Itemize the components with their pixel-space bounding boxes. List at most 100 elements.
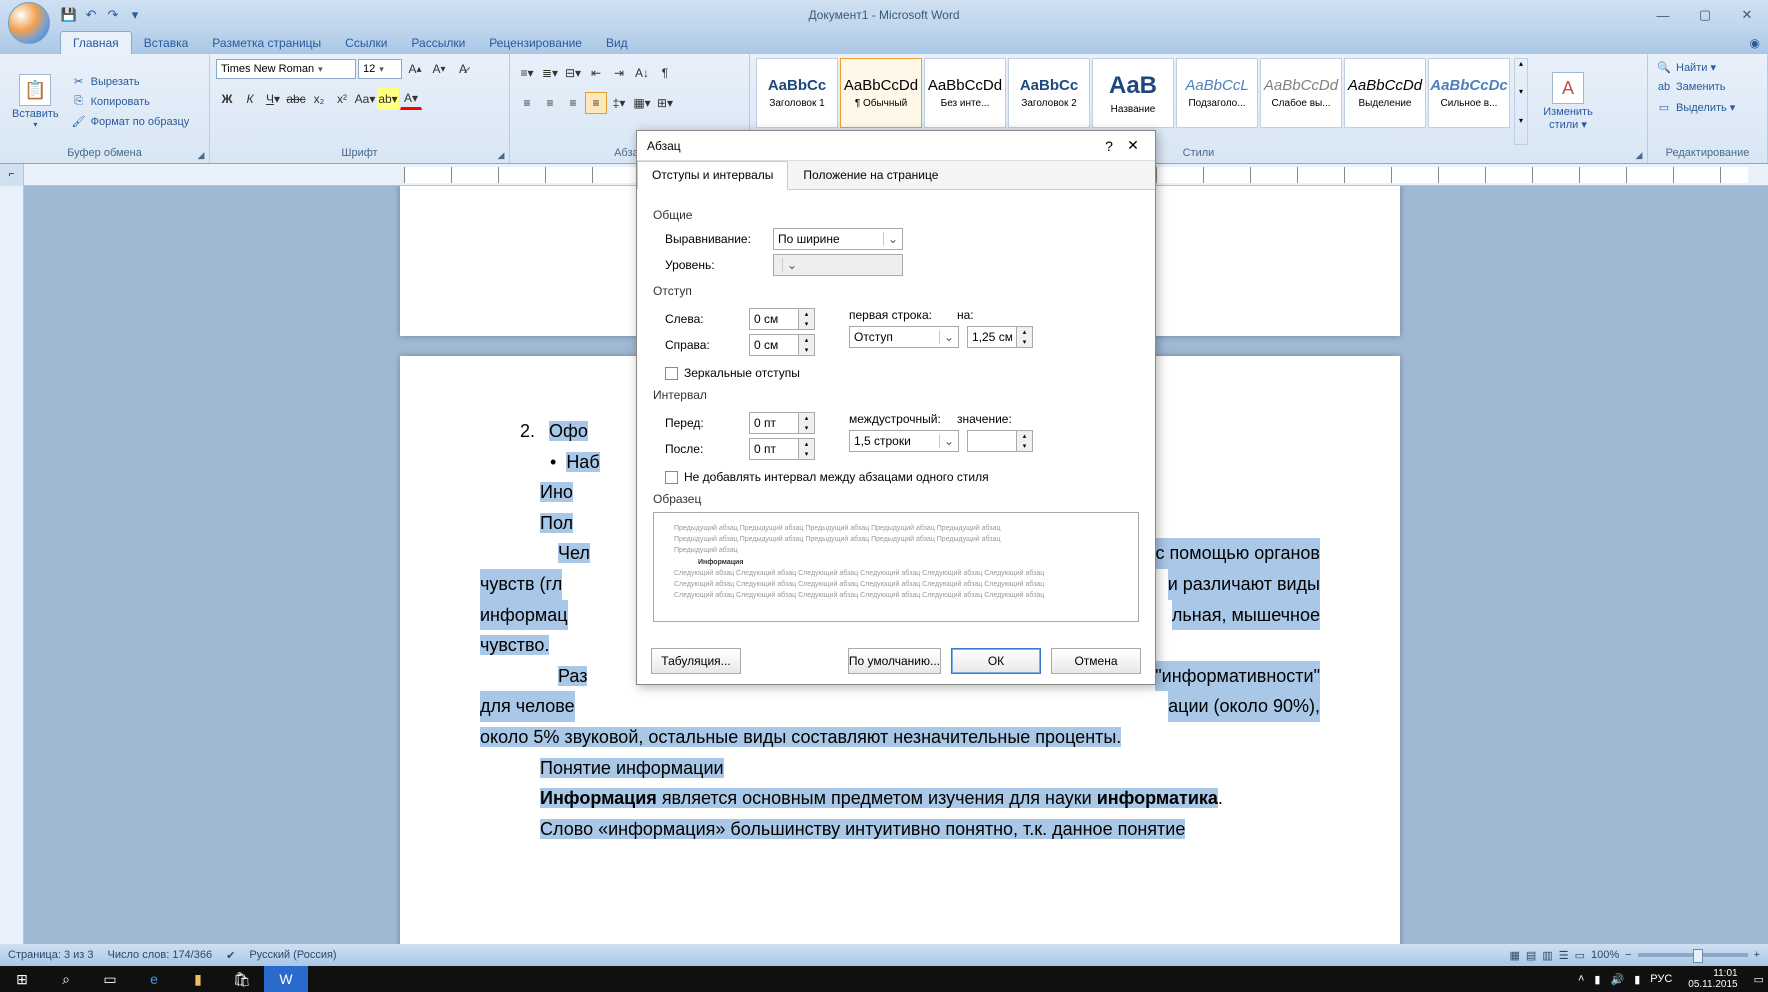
copy-button[interactable]: ⎘Копировать bbox=[69, 93, 192, 111]
alignment-select[interactable]: По ширине bbox=[773, 228, 903, 250]
cut-button[interactable]: ✂Вырезать bbox=[69, 73, 192, 91]
find-button[interactable]: 🔍Найти ▾ bbox=[1654, 58, 1737, 76]
underline-button[interactable]: Ч▾ bbox=[262, 88, 284, 110]
borders-button[interactable]: ⊞▾ bbox=[654, 92, 676, 114]
replace-button[interactable]: abЗаменить bbox=[1654, 78, 1737, 96]
font-name-combo[interactable]: Times New Roman bbox=[216, 59, 356, 79]
close-button[interactable]: ✕ bbox=[1726, 3, 1768, 27]
view-outline-icon[interactable]: ☰ bbox=[1559, 949, 1569, 962]
status-language[interactable]: Русский (Россия) bbox=[249, 949, 336, 961]
linespacing-at-input[interactable]: ▴▾ bbox=[967, 430, 1037, 452]
highlight-button[interactable]: ab▾ bbox=[377, 88, 399, 110]
font-size-combo[interactable]: 12 bbox=[358, 59, 402, 79]
numbering-button[interactable]: ≣▾ bbox=[539, 62, 561, 84]
undo-icon[interactable]: ↶ bbox=[82, 6, 100, 24]
clipboard-launcher[interactable]: ◢ bbox=[195, 149, 207, 161]
store-icon[interactable]: 🛍 bbox=[220, 966, 264, 992]
style-item[interactable]: AaBbCcLПодзаголо... bbox=[1176, 58, 1258, 128]
dialog-tab-pageposition[interactable]: Положение на странице bbox=[788, 161, 953, 189]
view-draft-icon[interactable]: ▭ bbox=[1575, 949, 1585, 962]
tray-volume-icon[interactable]: 🔊 bbox=[1610, 973, 1624, 986]
grow-font-button[interactable]: A▴ bbox=[404, 58, 426, 80]
zoom-in-button[interactable]: + bbox=[1754, 949, 1760, 961]
status-proofing-icon[interactable]: ✔ bbox=[226, 949, 235, 962]
select-button[interactable]: ▭Выделить ▾ bbox=[1654, 98, 1737, 116]
level-select[interactable] bbox=[773, 254, 903, 276]
style-item[interactable]: AaBbCcDdВыделение bbox=[1344, 58, 1426, 128]
edge-icon[interactable]: e bbox=[132, 966, 176, 992]
spacing-before-input[interactable]: ▴▾ bbox=[749, 412, 819, 434]
tray-language[interactable]: РУС bbox=[1650, 973, 1672, 985]
tab-view[interactable]: Вид bbox=[594, 32, 640, 54]
zoom-out-button[interactable]: − bbox=[1625, 949, 1631, 961]
style-item[interactable]: AaBbCcЗаголовок 2 bbox=[1008, 58, 1090, 128]
zoom-level[interactable]: 100% bbox=[1591, 949, 1619, 961]
style-item[interactable]: AaBНазвание bbox=[1092, 58, 1174, 128]
shrink-font-button[interactable]: A▾ bbox=[428, 58, 450, 80]
help-icon[interactable]: ◉ bbox=[1742, 32, 1768, 54]
indent-left-input[interactable]: ▴▾ bbox=[749, 308, 819, 330]
superscript-button[interactable]: x² bbox=[331, 88, 353, 110]
ruler-corner[interactable]: ⌐ bbox=[0, 164, 24, 186]
word-taskbar-icon[interactable]: W bbox=[264, 966, 308, 992]
style-item[interactable]: AaBbCcDcСильное в... bbox=[1428, 58, 1510, 128]
status-words[interactable]: Число слов: 174/366 bbox=[108, 949, 213, 961]
view-web-icon[interactable]: ▥ bbox=[1542, 949, 1552, 962]
cancel-button[interactable]: Отмена bbox=[1051, 648, 1141, 674]
clear-formatting-button[interactable]: A̷ bbox=[452, 58, 474, 80]
style-item[interactable]: AaBbCcЗаголовок 1 bbox=[756, 58, 838, 128]
decrease-indent-button[interactable]: ⇤ bbox=[585, 62, 607, 84]
change-styles-button[interactable]: A Изменить стили ▾ bbox=[1532, 58, 1604, 145]
align-right-button[interactable]: ≡ bbox=[562, 92, 584, 114]
increase-indent-button[interactable]: ⇥ bbox=[608, 62, 630, 84]
default-button[interactable]: По умолчанию... bbox=[848, 648, 941, 674]
styles-launcher[interactable]: ◢ bbox=[1633, 149, 1645, 161]
shading-button[interactable]: ▦▾ bbox=[631, 92, 653, 114]
gallery-down-icon[interactable]: ▾ bbox=[1515, 87, 1527, 115]
explorer-icon[interactable]: ▮ bbox=[176, 966, 220, 992]
qat-more-icon[interactable]: ▾ bbox=[126, 6, 144, 24]
tray-network-icon[interactable]: ▮ bbox=[1634, 973, 1640, 986]
tab-mailings[interactable]: Рассылки bbox=[399, 32, 477, 54]
line-spacing-button[interactable]: ‡▾ bbox=[608, 92, 630, 114]
bold-button[interactable]: Ж bbox=[216, 88, 238, 110]
search-icon[interactable]: ⌕ bbox=[44, 966, 88, 992]
tab-home[interactable]: Главная bbox=[60, 31, 132, 54]
show-marks-button[interactable]: ¶ bbox=[654, 62, 676, 84]
gallery-up-icon[interactable]: ▴ bbox=[1515, 59, 1527, 87]
format-painter-button[interactable]: 🖌Формат по образцу bbox=[69, 113, 192, 131]
subscript-button[interactable]: x₂ bbox=[308, 88, 330, 110]
paste-button[interactable]: 📋 Вставить ▾ bbox=[6, 58, 65, 145]
tray-battery-icon[interactable]: ▮ bbox=[1594, 973, 1600, 986]
strike-button[interactable]: abc bbox=[285, 88, 307, 110]
change-case-button[interactable]: Aa▾ bbox=[354, 88, 376, 110]
sort-button[interactable]: A↓ bbox=[631, 62, 653, 84]
font-launcher[interactable]: ◢ bbox=[495, 149, 507, 161]
tab-pagelayout[interactable]: Разметка страницы bbox=[200, 32, 333, 54]
align-left-button[interactable]: ≡ bbox=[516, 92, 538, 114]
style-item[interactable]: AaBbCcDdСлабое вы... bbox=[1260, 58, 1342, 128]
bullets-button[interactable]: ≡▾ bbox=[516, 62, 538, 84]
tabs-button[interactable]: Табуляция... bbox=[651, 648, 741, 674]
gallery-more-icon[interactable]: ▾ bbox=[1515, 116, 1527, 144]
firstline-by-input[interactable]: ▴▾ bbox=[967, 326, 1037, 348]
tab-references[interactable]: Ссылки bbox=[333, 32, 399, 54]
dialog-help-button[interactable]: ? bbox=[1097, 138, 1121, 154]
style-item[interactable]: AaBbCcDdБез инте... bbox=[924, 58, 1006, 128]
start-button[interactable]: ⊞ bbox=[0, 966, 44, 992]
align-justify-button[interactable]: ≡ bbox=[585, 92, 607, 114]
align-center-button[interactable]: ≡ bbox=[539, 92, 561, 114]
taskview-icon[interactable]: ▭ bbox=[88, 966, 132, 992]
tray-chevron-icon[interactable]: ˄ bbox=[1578, 973, 1584, 985]
minimize-button[interactable]: — bbox=[1642, 3, 1684, 27]
view-read-icon[interactable]: ▤ bbox=[1526, 949, 1536, 962]
vertical-ruler[interactable] bbox=[0, 186, 24, 944]
firstline-select[interactable]: Отступ bbox=[849, 326, 959, 348]
redo-icon[interactable]: ↷ bbox=[104, 6, 122, 24]
no-same-spacing-checkbox[interactable]: Не добавлять интервал между абзацами одн… bbox=[665, 470, 1139, 484]
multilevel-button[interactable]: ⊟▾ bbox=[562, 62, 584, 84]
linespacing-select[interactable]: 1,5 строки bbox=[849, 430, 959, 452]
tab-review[interactable]: Рецензирование bbox=[477, 32, 594, 54]
zoom-slider[interactable] bbox=[1638, 953, 1748, 957]
style-item[interactable]: AaBbCcDd¶ Обычный bbox=[840, 58, 922, 128]
